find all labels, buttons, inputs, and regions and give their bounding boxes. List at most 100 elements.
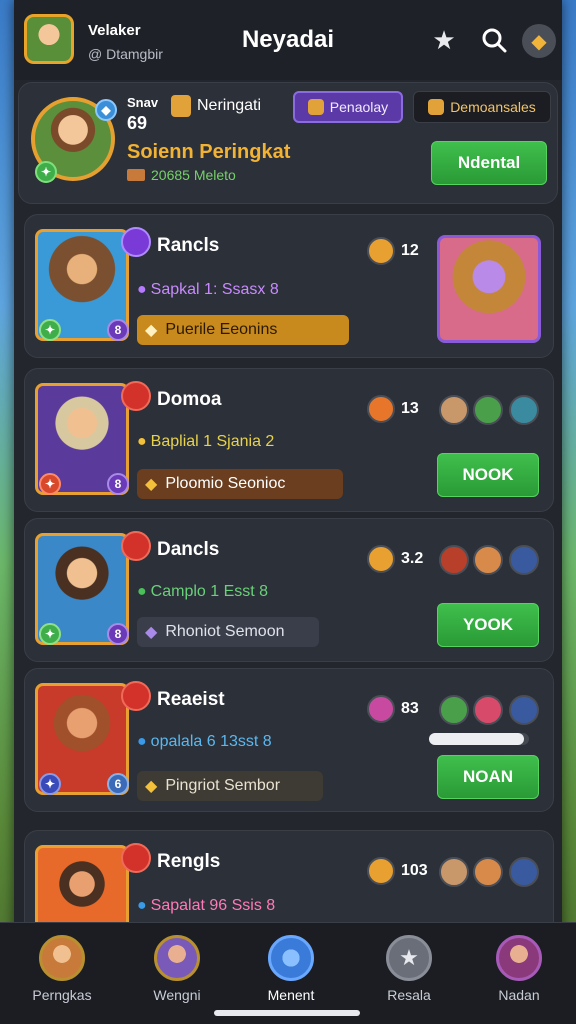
progress-bar (429, 733, 529, 745)
rank-badge-icon: 8 (107, 473, 129, 495)
gem-icon: ● (137, 433, 147, 450)
character-stats-label: Sapkal 1: Ssasx 8 (150, 281, 279, 298)
list-item[interactable]: ✦ 8 Rancls ● Sapkal 1: Ssasx 8 ◆ Puerile… (24, 214, 554, 358)
noan-button[interactable]: NOAN (437, 755, 539, 799)
yook-label: YOOK (462, 615, 514, 634)
demoansales-label: Demoansales (450, 99, 536, 115)
character-portrait (35, 845, 129, 931)
friend-avatar[interactable] (439, 545, 469, 575)
nook-label: NOOK (462, 465, 514, 484)
character-stats-label: Baplial 1 Sjania 2 (150, 433, 275, 450)
nav-label: Nadan (498, 987, 540, 1003)
rank-badge-icon: 8 (107, 319, 129, 341)
level-indicator: 103 (367, 857, 428, 885)
class-badge-icon (121, 531, 151, 561)
character-name: Rancls (157, 235, 220, 256)
level-icon (367, 237, 395, 265)
level-icon (367, 545, 395, 573)
rank-title: Soienn Peringkat (127, 141, 291, 163)
hero-icon (496, 935, 542, 981)
list-item[interactable]: ✦ 8 Domoa ● Baplial 1 Sjania 2 ◆ Ploomio… (24, 368, 554, 512)
level-value: 13 (401, 400, 419, 417)
brick-icon (127, 169, 145, 181)
nav-label: Perngkas (32, 987, 92, 1003)
nav-label: Menent (267, 987, 315, 1003)
gem-icon: ● (137, 583, 147, 600)
friend-avatar[interactable] (439, 395, 469, 425)
nav-label: Resala (387, 987, 431, 1003)
level-value: 103 (401, 862, 428, 879)
friend-avatar[interactable] (473, 695, 503, 725)
rank-badge-icon: 8 (107, 623, 129, 645)
coin-icon[interactable]: ◆ (522, 24, 556, 58)
demoansales-button[interactable]: Demoansales (413, 91, 551, 123)
penaolay-button[interactable]: Penaolay (293, 91, 403, 123)
progress-fill (429, 733, 524, 745)
nav-item-nadan[interactable]: Nadan (474, 935, 564, 1003)
character-stats-label: Sapalat 96 Ssis 8 (150, 897, 276, 914)
character-name: Dancls (157, 539, 220, 560)
character-title-label: Rhoniot Semoon (165, 623, 285, 640)
nook-button[interactable]: NOOK (437, 453, 539, 497)
rank-sub-label: 20685 Meleto (151, 167, 236, 183)
level-indicator: 83 (367, 695, 419, 723)
level-indicator: 13 (367, 395, 419, 423)
character-title-label: Puerile Eeonins (165, 321, 278, 338)
character-stats-label: Camplo 1 Esst 8 (150, 583, 269, 600)
crest-icon: ◆ (145, 476, 158, 493)
nav-item-menent[interactable]: Menent (246, 935, 336, 1003)
friend-avatar[interactable] (473, 395, 503, 425)
currency-label: Neringati (197, 97, 262, 114)
list-item[interactable]: ✦ 8 Dancls ● Camplo 1 Esst 8 ◆ Rhoniot S… (24, 518, 554, 662)
level-indicator: 12 (367, 237, 419, 265)
nav-item-resala[interactable]: ★ Resala (364, 935, 454, 1003)
scroll-icon (307, 99, 324, 115)
level-value: 83 (401, 700, 419, 717)
nav-item-wengni[interactable]: Wengni (132, 935, 222, 1003)
character-stats: ● Camplo 1 Esst 8 (137, 583, 268, 601)
profile-icon (39, 935, 85, 981)
friend-avatar[interactable] (439, 695, 469, 725)
star-icon[interactable]: ★ (428, 24, 460, 56)
class-badge-icon (121, 227, 151, 257)
friend-avatar[interactable] (473, 545, 503, 575)
class-badge-icon (121, 681, 151, 711)
friend-avatar[interactable] (439, 857, 469, 887)
friend-avatar[interactable] (509, 395, 539, 425)
level-value: 12 (401, 242, 419, 259)
character-stats-label: opalala 6 13sst 8 (150, 733, 272, 750)
top-bar: Velaker @ Dtamgbir Neyadai ★ ◆ (14, 0, 562, 80)
leaf-badge-icon: ✦ (39, 319, 61, 341)
class-badge-icon (121, 381, 151, 411)
crest-icon: ◆ (145, 322, 158, 339)
friend-avatar[interactable] (509, 695, 539, 725)
list-item[interactable]: Rengls ● Sapalat 96 Ssis 8 103 (24, 830, 554, 931)
list-item[interactable]: ✦ 6 Reaeist ● opalala 6 13sst 8 ◆ Pingri… (24, 668, 554, 812)
badge-icon (428, 99, 445, 115)
friend-avatar[interactable] (509, 857, 539, 887)
profile-card: ✦ ◆ Snav 69 Neringati Penaolay Demoansal… (18, 82, 558, 204)
shield-icon (268, 935, 314, 981)
shield-badge-icon: ✦ (39, 773, 61, 795)
rank-subtitle: 20685 Meleto (127, 167, 236, 183)
home-indicator[interactable] (214, 1010, 360, 1016)
character-title-pill: ◆ Rhoniot Semoon (137, 617, 319, 647)
bottom-nav: Perngkas Wengni Menent ★ Resala Nadan (0, 922, 576, 1024)
character-title-pill: ◆ Puerile Eeonins (137, 315, 349, 345)
stat-label: Snav (127, 95, 159, 110)
character-stats: ● Sapalat 96 Ssis 8 (137, 897, 275, 915)
star-badge-icon: ★ (386, 935, 432, 981)
featured-character-image[interactable] (437, 235, 541, 343)
level-icon (367, 695, 395, 723)
character-title-pill: ◆ Ploomio Seonioc (137, 469, 343, 499)
chest-icon (171, 95, 191, 117)
ndental-button[interactable]: Ndental (431, 141, 547, 185)
yook-button[interactable]: YOOK (437, 603, 539, 647)
gem-icon: ● (137, 897, 147, 914)
nav-item-perngkas[interactable]: Perngkas (17, 935, 107, 1003)
friend-avatar[interactable] (473, 857, 503, 887)
leaf-badge-icon: ✦ (39, 623, 61, 645)
friend-avatar[interactable] (509, 545, 539, 575)
character-title-label: Ploomio Seonioc (165, 475, 286, 492)
search-icon[interactable] (478, 24, 510, 56)
